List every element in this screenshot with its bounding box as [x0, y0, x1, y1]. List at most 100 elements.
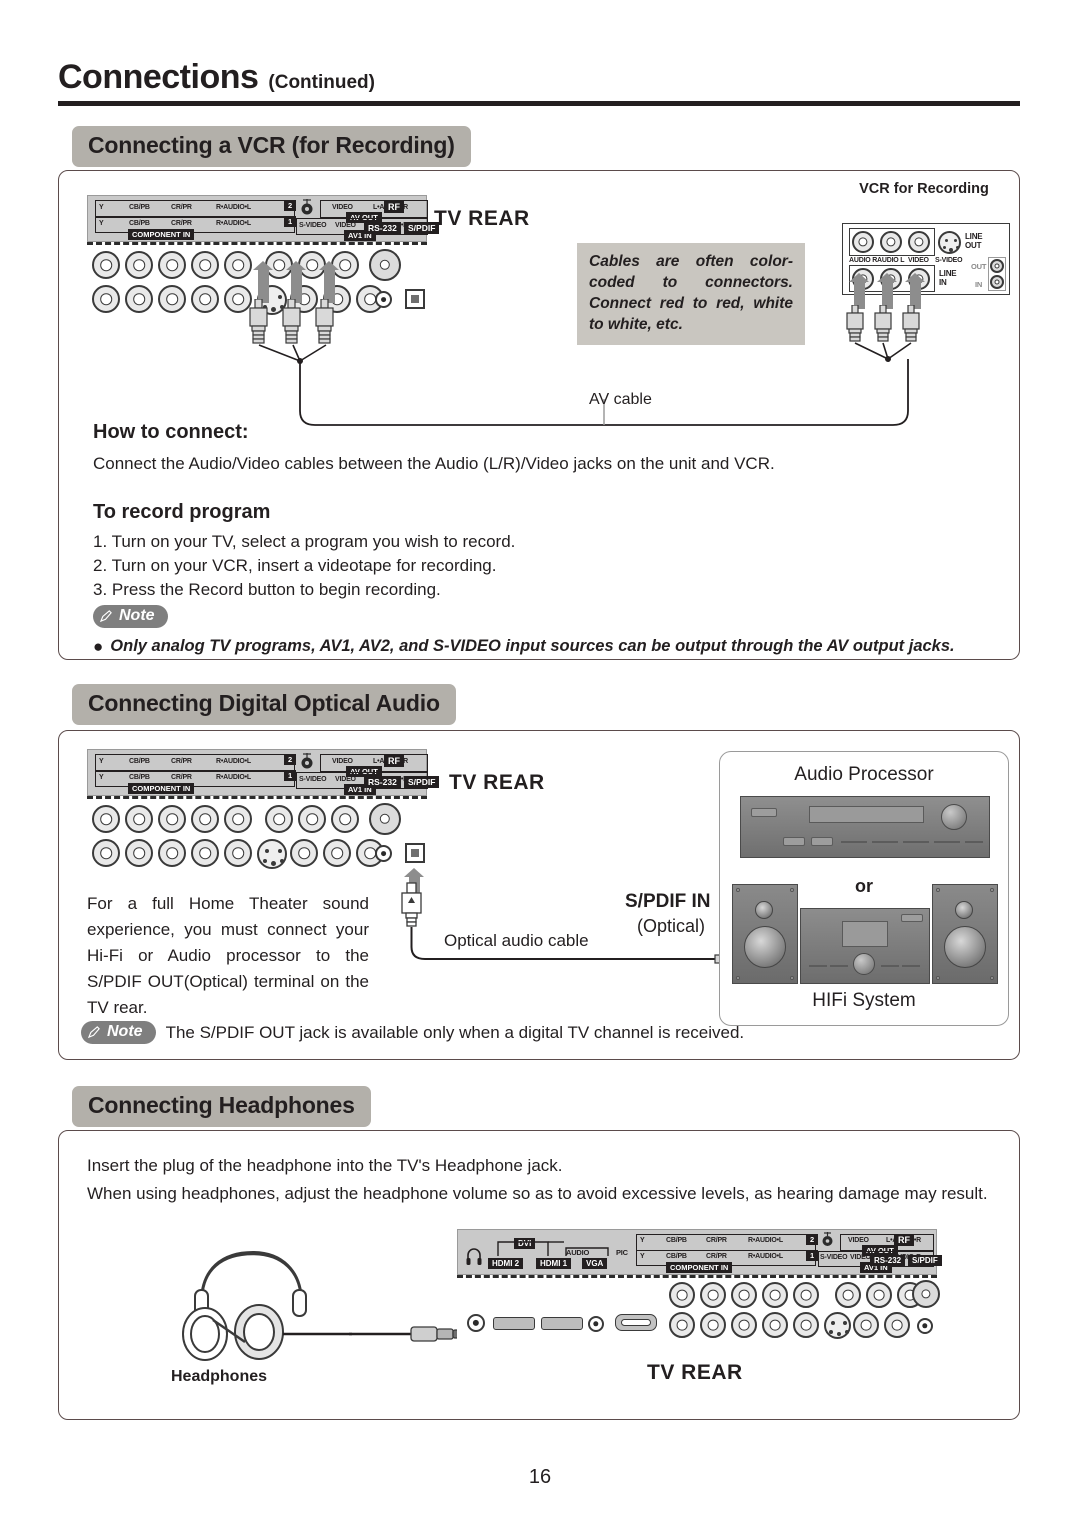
pc-audio-jack	[588, 1316, 604, 1332]
connection-arrow	[286, 261, 306, 303]
hifi-button[interactable]	[901, 914, 923, 922]
optical-paragraph: For a full Home Theater sound experience…	[87, 894, 369, 1017]
component-row1-box	[95, 770, 295, 787]
label-rf: RF	[894, 1234, 914, 1246]
manual-page: Connections (Continued) Connecting a VCR…	[0, 0, 1080, 1527]
hifi-slot	[881, 965, 899, 967]
rca-jack	[125, 805, 153, 833]
label-crpr-1: CR/PR	[706, 1253, 727, 1260]
connection-arrow	[319, 261, 339, 303]
receiver-volume-knob[interactable]	[941, 804, 967, 830]
record-program-title: To record program	[93, 501, 271, 523]
label-y-1: Y	[99, 220, 104, 227]
rca-jack	[191, 251, 219, 279]
rca-jack	[762, 1282, 788, 1308]
section-chip-vcr: Connecting a VCR (for Recording)	[72, 126, 471, 167]
vcr-line-in-l1: LINE	[939, 269, 957, 278]
label-y-1: Y	[640, 1253, 645, 1260]
receiver-button[interactable]	[811, 837, 833, 846]
hdmi1-port	[541, 1317, 583, 1330]
headphones-line-1: Insert the plug of the headphone into th…	[87, 1156, 563, 1175]
note-text-optical: The S/PDIF OUT jack is available only wh…	[165, 1022, 745, 1042]
rca-jack	[125, 839, 153, 867]
record-step-1: 1. Turn on your TV, select a program you…	[93, 532, 516, 551]
label-video-avout: VIDEO	[848, 1237, 869, 1244]
rca-jack	[331, 805, 359, 833]
rca-jack	[92, 839, 120, 867]
rca-jack	[191, 839, 219, 867]
spdif-jack	[405, 289, 425, 309]
note-row-optical: Note The S/PDIF OUT jack is available on…	[81, 1021, 744, 1044]
label-crpr-2: CR/PR	[706, 1237, 727, 1244]
receiver-slot	[872, 841, 898, 843]
rca-jack	[224, 251, 252, 279]
rca-jack	[158, 251, 186, 279]
label-y-2: Y	[640, 1237, 645, 1244]
hifi-system-label: HIFi System	[812, 990, 916, 1011]
rca-jack	[125, 251, 153, 279]
vcr-label-audio-l: AUDIO L	[877, 257, 905, 264]
audio-equipment-box: Audio Processor or HIFi System	[719, 751, 1009, 1026]
vcr-svideo-jack	[938, 231, 961, 254]
how-to-connect-text: Connect the Audio/Video cables between t…	[93, 454, 775, 473]
rca-jack	[92, 805, 120, 833]
tv-rear-label-headphones: TV REAR	[647, 1361, 743, 1384]
section-chip-vcr-wrap: Connecting a VCR (for Recording)	[72, 126, 471, 167]
note-badge-vcr: Note	[93, 605, 168, 628]
rf-jack	[369, 803, 401, 835]
note-badge-label: Note	[107, 1023, 143, 1040]
label-rs232: RS-232	[364, 776, 401, 788]
speaker-tweeter	[755, 901, 773, 919]
rca-jack	[884, 1312, 910, 1338]
hifi-display	[842, 921, 888, 947]
spdif-out-jack-highlight	[405, 843, 425, 863]
headphones-illustration	[182, 1250, 352, 1361]
page-number: 16	[528, 1466, 552, 1488]
receiver-button[interactable]	[783, 837, 805, 846]
s-video-jack	[257, 839, 287, 869]
optical-section-box: Y CB/PB CR/PR R•AUDIO•L 2 Y CB/PB CR/PR …	[58, 730, 1020, 1060]
vcr-title: VCR for Recording	[859, 181, 989, 197]
label-num-1: 1	[284, 770, 297, 781]
rf-jack	[912, 1280, 940, 1308]
vcr-label-video: VIDEO	[908, 257, 929, 264]
vcr-rf-in-jack	[990, 275, 1004, 289]
note-pencil-icon	[88, 1026, 100, 1039]
rf-jack	[369, 249, 401, 281]
spdif-in-label-line1: S/PDIF IN	[625, 891, 711, 912]
receiver-slot	[965, 841, 983, 843]
receiver-slot	[841, 841, 867, 843]
rca-plug-group-vcr	[846, 305, 920, 362]
label-audio-2: R•AUDIO•L	[216, 204, 251, 211]
vcr-rf-in-label: IN	[975, 280, 983, 289]
speaker-woofer	[744, 926, 786, 968]
av-cable-label: AV cable	[589, 391, 652, 408]
hifi-slot	[809, 965, 827, 967]
headphone-jack	[467, 1314, 485, 1332]
label-num-2: 2	[284, 200, 297, 211]
page-title: Connections	[58, 58, 259, 96]
label-y-2: Y	[99, 204, 104, 211]
rca-jack	[866, 1282, 892, 1308]
panel-label-strip: Y CB/PB CR/PR R•AUDIO•L 2 Y CB/PB CR/PR …	[87, 195, 440, 242]
rs232-jack	[375, 291, 392, 308]
vcr-video-out	[908, 231, 930, 253]
label-num-2: 2	[806, 1234, 819, 1245]
rca-jack	[92, 285, 120, 313]
receiver-slot	[903, 841, 929, 843]
vcr-label-audio-r: AUDIO R	[849, 257, 878, 264]
dvi-bracket	[497, 1241, 609, 1256]
hifi-knob[interactable]	[853, 953, 875, 975]
label-audio-2: R•AUDIO•L	[216, 758, 251, 765]
receiver-power-button[interactable]	[751, 808, 777, 817]
label-crpr-2: CR/PR	[171, 758, 192, 765]
panel-jacks	[457, 1278, 940, 1344]
vcr-rear-panel: LINE OUT AUDIO R AUDIO L VIDEO S-VIDEO L…	[842, 223, 1010, 295]
label-crpr-2: CR/PR	[171, 204, 192, 211]
panel-label-strip: Y CB/PB CR/PR R•AUDIO•L 2 Y CB/PB CR/PR …	[87, 749, 440, 796]
note-badge-label: Note	[119, 607, 155, 624]
label-y-1: Y	[99, 774, 104, 781]
rca-jack	[298, 805, 326, 833]
rca-jack	[669, 1312, 695, 1338]
label-spdif: S/PDIF	[908, 1255, 942, 1266]
